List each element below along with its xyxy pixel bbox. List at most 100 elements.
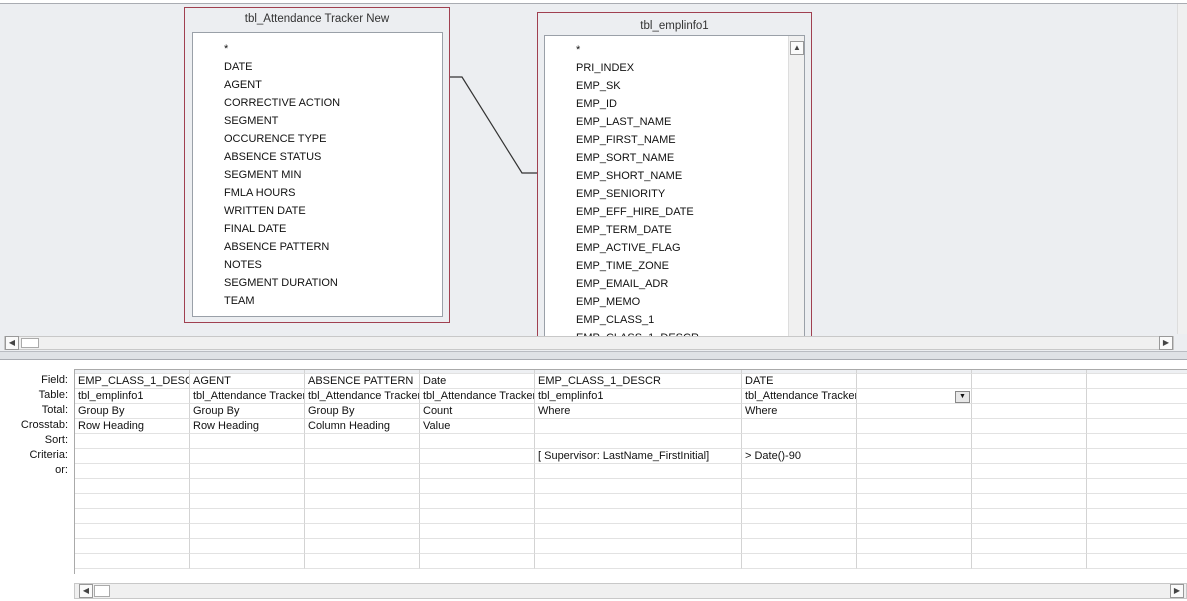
grid-horizontal-scrollbar[interactable]: ◀ ▶ bbox=[74, 583, 1187, 599]
grid-cell[interactable] bbox=[305, 554, 420, 569]
grid-cell[interactable] bbox=[190, 449, 305, 464]
grid-cell[interactable] bbox=[857, 374, 972, 389]
grid-cell[interactable] bbox=[1087, 494, 1187, 509]
grid-cell[interactable] bbox=[535, 554, 742, 569]
grid-cell[interactable] bbox=[1087, 389, 1187, 404]
grid-cell[interactable]: tbl_Attendance Tracker New bbox=[190, 389, 305, 404]
grid-cell[interactable] bbox=[420, 479, 535, 494]
grid-cell[interactable] bbox=[742, 434, 857, 449]
grid-cell[interactable] bbox=[1087, 419, 1187, 434]
grid-cell[interactable] bbox=[535, 419, 742, 434]
grid-cell[interactable] bbox=[75, 464, 190, 479]
grid-cell[interactable] bbox=[742, 479, 857, 494]
grid-cell[interactable]: > Date()-90 bbox=[742, 449, 857, 464]
query-design-grid-pane[interactable]: Field: Table: Total: Crosstab: Sort: Criteria… bbox=[0, 361, 1187, 601]
grid-cell[interactable]: EMP_CLASS_1_DESCR bbox=[75, 374, 190, 389]
grid-cell[interactable]: tbl_Attendance Tracker New bbox=[420, 389, 535, 404]
grid-cell[interactable] bbox=[857, 524, 972, 539]
grid-cell[interactable] bbox=[305, 539, 420, 554]
join-line[interactable] bbox=[0, 0, 1187, 352]
grid-cell[interactable]: EMP_CLASS_1_DESCR bbox=[535, 374, 742, 389]
grid-cell[interactable] bbox=[857, 539, 972, 554]
dropdown-arrow-icon[interactable]: ▼ bbox=[955, 391, 970, 403]
grid-cell[interactable] bbox=[972, 374, 1087, 389]
grid-cell[interactable] bbox=[972, 419, 1087, 434]
grid-cell[interactable]: Count bbox=[420, 404, 535, 419]
grid-cell[interactable]: tbl_Attendance Tracker New bbox=[742, 389, 857, 404]
grid-cell[interactable] bbox=[1087, 374, 1187, 389]
grid-cell[interactable]: tbl_emplinfo1 bbox=[75, 389, 190, 404]
grid-cell[interactable] bbox=[420, 539, 535, 554]
grid-cell[interactable] bbox=[857, 404, 972, 419]
grid-cell[interactable] bbox=[972, 524, 1087, 539]
grid-cell[interactable] bbox=[420, 524, 535, 539]
grid-cell[interactable] bbox=[742, 419, 857, 434]
grid-cell[interactable] bbox=[857, 449, 972, 464]
grid-cell[interactable] bbox=[305, 479, 420, 494]
grid-cell[interactable] bbox=[535, 434, 742, 449]
grid-cell[interactable]: tbl_Attendance Tracker New bbox=[305, 389, 420, 404]
grid-cell[interactable]: ABSENCE PATTERN bbox=[305, 374, 420, 389]
grid-cell[interactable] bbox=[190, 524, 305, 539]
grid-cell[interactable]: Value bbox=[420, 419, 535, 434]
grid-cell[interactable] bbox=[972, 464, 1087, 479]
grid-cell[interactable] bbox=[742, 509, 857, 524]
grid-cell[interactable] bbox=[75, 434, 190, 449]
grid-cell[interactable] bbox=[857, 554, 972, 569]
grid-cell[interactable] bbox=[190, 494, 305, 509]
grid-cell[interactable] bbox=[972, 449, 1087, 464]
grid-cell[interactable]: Row Heading bbox=[75, 419, 190, 434]
scroll-right-icon[interactable]: ▶ bbox=[1170, 584, 1184, 598]
grid-cell[interactable] bbox=[535, 494, 742, 509]
grid-cell[interactable] bbox=[190, 539, 305, 554]
grid-cell[interactable] bbox=[972, 434, 1087, 449]
grid-cell[interactable] bbox=[1087, 434, 1187, 449]
grid-cell[interactable] bbox=[1087, 404, 1187, 419]
grid-cell[interactable] bbox=[190, 479, 305, 494]
query-design-grid[interactable]: EMP_CLASS_1_DESCR tbl_emplinfo1 Group By Ro… bbox=[74, 369, 1187, 574]
grid-cell[interactable] bbox=[742, 554, 857, 569]
grid-cell[interactable] bbox=[75, 539, 190, 554]
diagram-vertical-scrollbar[interactable] bbox=[1177, 4, 1187, 334]
grid-cell[interactable] bbox=[972, 404, 1087, 419]
grid-cell[interactable] bbox=[75, 479, 190, 494]
grid-cell[interactable] bbox=[75, 449, 190, 464]
pane-splitter[interactable] bbox=[0, 352, 1187, 360]
grid-cell[interactable] bbox=[535, 479, 742, 494]
grid-cell[interactable] bbox=[190, 509, 305, 524]
grid-cell[interactable] bbox=[190, 464, 305, 479]
grid-cell[interactable] bbox=[535, 464, 742, 479]
grid-cell[interactable] bbox=[535, 539, 742, 554]
grid-cell[interactable]: Where bbox=[535, 404, 742, 419]
grid-cell[interactable] bbox=[535, 509, 742, 524]
grid-cell[interactable] bbox=[857, 419, 972, 434]
grid-cell[interactable] bbox=[742, 539, 857, 554]
grid-cell[interactable]: Group By bbox=[75, 404, 190, 419]
grid-cell[interactable]: DATE bbox=[742, 374, 857, 389]
grid-cell[interactable] bbox=[742, 524, 857, 539]
grid-cell[interactable]: Column Heading bbox=[305, 419, 420, 434]
grid-cell[interactable] bbox=[305, 509, 420, 524]
grid-cell[interactable] bbox=[1087, 479, 1187, 494]
grid-cell[interactable] bbox=[1087, 539, 1187, 554]
grid-cell[interactable]: [ Supervisor: LastName_FirstInitial] bbox=[535, 449, 742, 464]
grid-cell[interactable] bbox=[420, 509, 535, 524]
grid-cell[interactable]: Date bbox=[420, 374, 535, 389]
grid-cell[interactable] bbox=[535, 524, 742, 539]
grid-cell[interactable] bbox=[305, 449, 420, 464]
grid-cell[interactable] bbox=[972, 509, 1087, 524]
grid-cell[interactable] bbox=[1087, 524, 1187, 539]
grid-cell[interactable] bbox=[75, 494, 190, 509]
grid-cell[interactable]: Group By bbox=[190, 404, 305, 419]
grid-cell[interactable] bbox=[857, 464, 972, 479]
grid-cell[interactable] bbox=[75, 524, 190, 539]
grid-cell[interactable] bbox=[1087, 509, 1187, 524]
grid-cell[interactable]: tbl_emplinfo1 bbox=[535, 389, 742, 404]
grid-cell[interactable] bbox=[1087, 449, 1187, 464]
grid-cell[interactable] bbox=[972, 494, 1087, 509]
grid-cell[interactable] bbox=[420, 464, 535, 479]
grid-cell[interactable]: Group By bbox=[305, 404, 420, 419]
grid-cell[interactable] bbox=[420, 449, 535, 464]
scroll-left-icon[interactable]: ◀ bbox=[79, 584, 93, 598]
scroll-right-icon[interactable]: ▶ bbox=[1159, 336, 1173, 350]
